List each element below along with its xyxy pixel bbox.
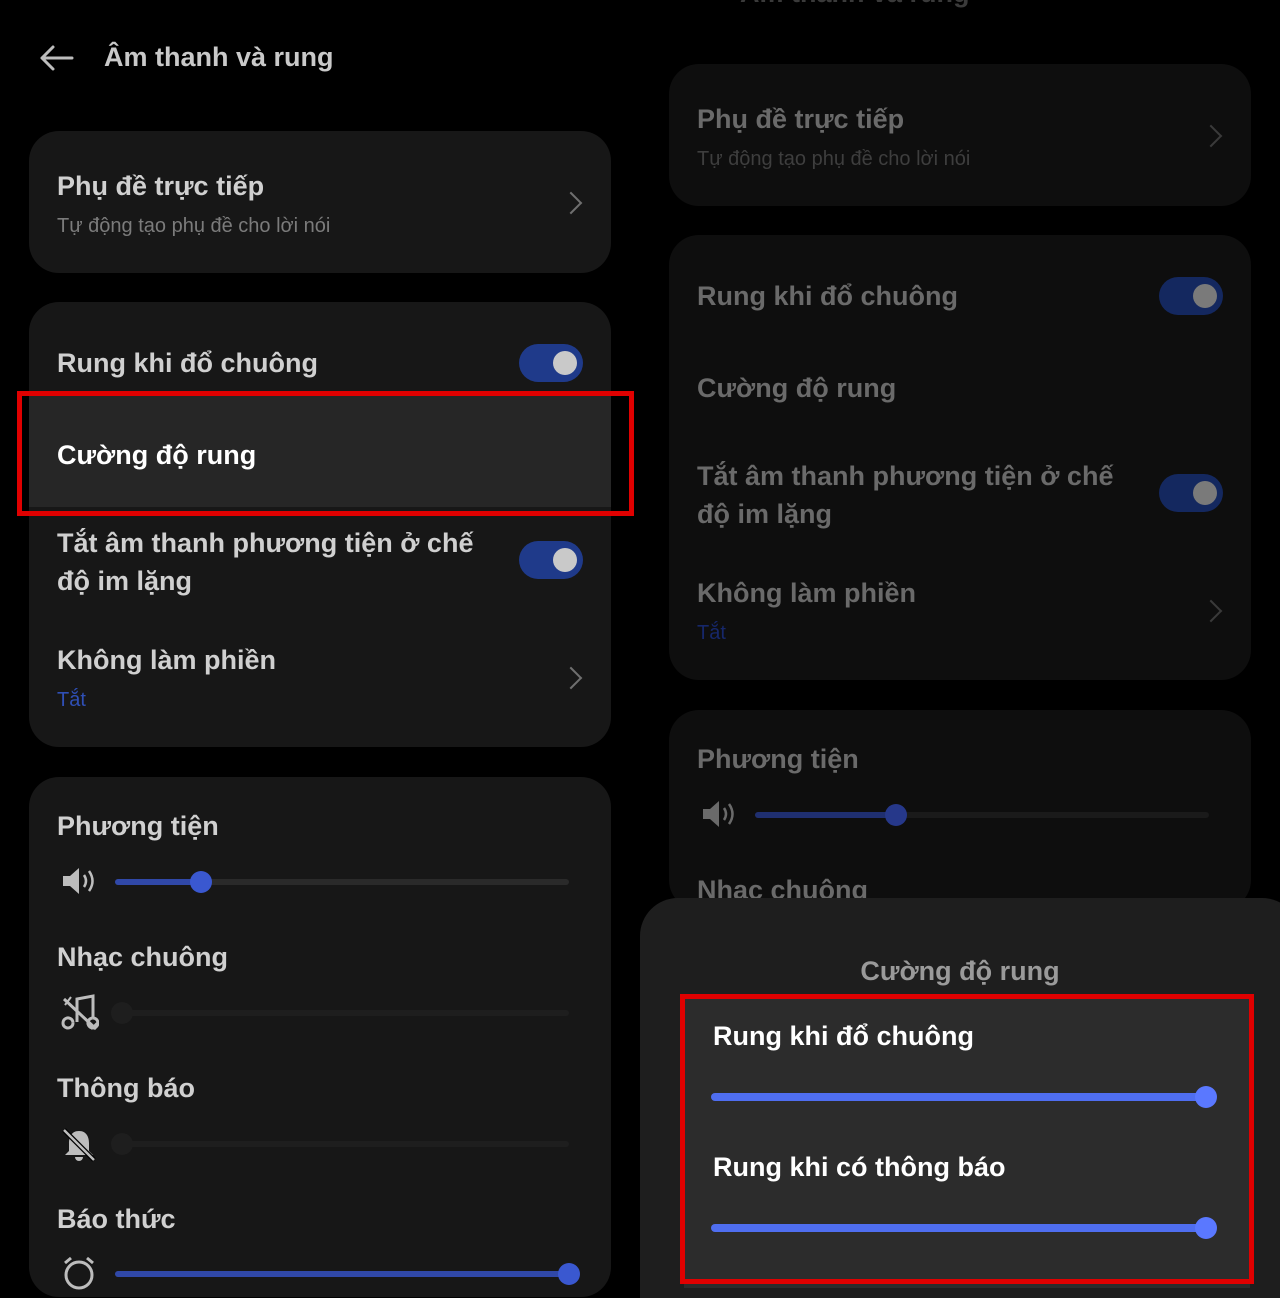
notification-volume-slider[interactable] xyxy=(111,1133,569,1155)
ringtone-muted-icon[interactable] xyxy=(61,993,100,1038)
media-volume-slider[interactable] xyxy=(755,804,1209,826)
vibration-intensity-label[interactable]: Cường độ rung xyxy=(697,373,896,404)
toggle-knob xyxy=(553,351,577,375)
back-arrow-icon[interactable] xyxy=(38,44,76,72)
live-caption-title: Phụ đề trực tiếp xyxy=(697,104,905,134)
vibrate-ring-toggle[interactable] xyxy=(519,344,583,382)
media-volume-label: Phương tiện xyxy=(57,811,219,841)
slider-fill xyxy=(115,1271,569,1277)
live-caption-subtitle: Tự động tạo phụ đề cho lời nói xyxy=(57,215,331,237)
toggle-knob xyxy=(1193,481,1217,505)
alarm-volume-slider[interactable] xyxy=(115,1263,580,1285)
chevron-right-icon xyxy=(559,666,583,690)
speaker-icon[interactable] xyxy=(701,798,739,835)
volume-card: Phương tiện Nhạc chuông xyxy=(669,710,1251,910)
slider-fill xyxy=(755,812,896,818)
mute-media-label-2: độ im lặng xyxy=(57,566,192,596)
alarm-volume-label: Báo thức xyxy=(57,1204,176,1234)
chevron-right-icon xyxy=(1199,599,1223,623)
slider-thumb[interactable] xyxy=(884,804,907,826)
slider-thumb[interactable] xyxy=(558,1263,580,1285)
slider-thumb[interactable] xyxy=(111,1133,133,1155)
live-caption-card[interactable]: Phụ đề trực tiếp Tự động tạo phụ đề cho … xyxy=(29,131,611,273)
ringtone-volume-label: Nhạc chuông xyxy=(57,942,229,972)
highlight-box-intensity xyxy=(17,391,634,516)
ringtone-volume-slider[interactable] xyxy=(111,1002,569,1024)
dnd-status: Tắt xyxy=(697,622,726,644)
alarm-icon[interactable] xyxy=(61,1255,97,1296)
notification-volume-label: Thông báo xyxy=(57,1073,195,1103)
slider-thumb[interactable] xyxy=(190,871,213,893)
dnd-status: Tắt xyxy=(57,689,86,711)
media-volume-label: Phương tiện xyxy=(697,744,859,774)
dnd-row[interactable]: Không làm phiền Tắt xyxy=(29,627,611,727)
dnd-title: Không làm phiền xyxy=(57,645,276,675)
vibrate-ring-label: Rung khi đổ chuông xyxy=(697,281,958,311)
media-volume-slider[interactable] xyxy=(115,871,569,893)
settings-card: Rung khi đổ chuông Cường độ rung Tắt âm … xyxy=(669,235,1251,680)
sheet-title: Cường độ rung xyxy=(860,956,1060,986)
mute-media-label-1: Tắt âm thanh phương tiện ở chế xyxy=(697,461,1114,491)
highlight-box-sheet xyxy=(680,994,1254,1284)
live-caption-subtitle: Tự động tạo phụ đề cho lời nói xyxy=(697,148,971,170)
toggle-knob xyxy=(553,548,577,572)
notification-muted-icon[interactable] xyxy=(61,1127,97,1168)
mute-media-label-1: Tắt âm thanh phương tiện ở chế xyxy=(57,528,474,558)
page-title-partial: Âm thanh và rung xyxy=(740,0,970,9)
chevron-right-icon xyxy=(559,191,583,215)
speaker-icon[interactable] xyxy=(61,865,99,902)
slider-thumb[interactable] xyxy=(111,1002,133,1024)
page-title: Âm thanh và rung xyxy=(104,42,334,72)
live-caption-card[interactable]: Phụ đề trực tiếp Tự động tạo phụ đề cho … xyxy=(669,64,1251,206)
mute-media-toggle[interactable] xyxy=(519,541,583,579)
toggle-knob xyxy=(1193,284,1217,308)
vibrate-ring-label: Rung khi đổ chuông xyxy=(57,348,318,378)
settings-card: Rung khi đổ chuông Cường độ rung Tắt âm … xyxy=(29,302,611,747)
slider-fill xyxy=(115,879,202,885)
mute-media-label-2: độ im lặng xyxy=(697,499,832,529)
live-caption-title: Phụ đề trực tiếp xyxy=(57,171,265,201)
chevron-right-icon xyxy=(1199,124,1223,148)
mute-media-toggle[interactable] xyxy=(1159,474,1223,512)
volume-card: Phương tiện Nhạc chuông Thông báo Báo th… xyxy=(29,777,611,1297)
vibrate-ring-toggle[interactable] xyxy=(1159,277,1223,315)
dnd-title[interactable]: Không làm phiền xyxy=(697,578,916,609)
